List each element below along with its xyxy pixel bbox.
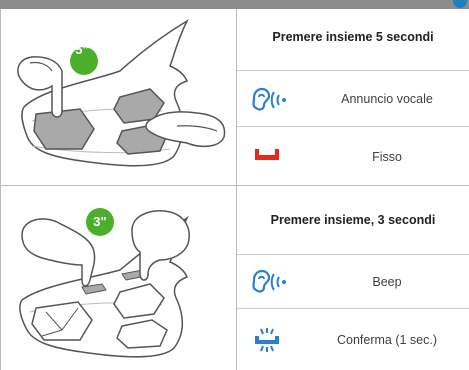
ear-sound-icon — [252, 269, 286, 293]
row-label: Conferma (1 sec.) — [336, 333, 438, 347]
top-bar — [0, 0, 469, 9]
duration-badge: 3" — [93, 214, 107, 229]
section-divider — [0, 185, 469, 186]
info-dot-icon — [453, 0, 467, 8]
section-heading: Premere insieme, 3 secondi — [270, 213, 436, 227]
red-led-icon — [255, 149, 279, 160]
duration-badge: 5" — [75, 42, 89, 57]
row-label: Annuncio vocale — [341, 92, 433, 106]
row-label: Beep — [372, 275, 402, 289]
section-heading: Premere insieme 5 secondi — [272, 30, 434, 44]
row-divider — [237, 254, 469, 255]
intercom-press-illustration-2 — [19, 208, 190, 358]
row-divider — [237, 70, 469, 71]
ear-sound-icon — [252, 87, 286, 111]
column-divider — [236, 9, 237, 370]
frame-left-border — [0, 9, 1, 370]
row-label: Fisso — [372, 150, 402, 164]
row-divider — [237, 126, 469, 127]
blue-led-blink-icon — [255, 328, 279, 352]
intercom-press-illustration-1 — [17, 19, 226, 167]
row-divider — [237, 308, 469, 309]
